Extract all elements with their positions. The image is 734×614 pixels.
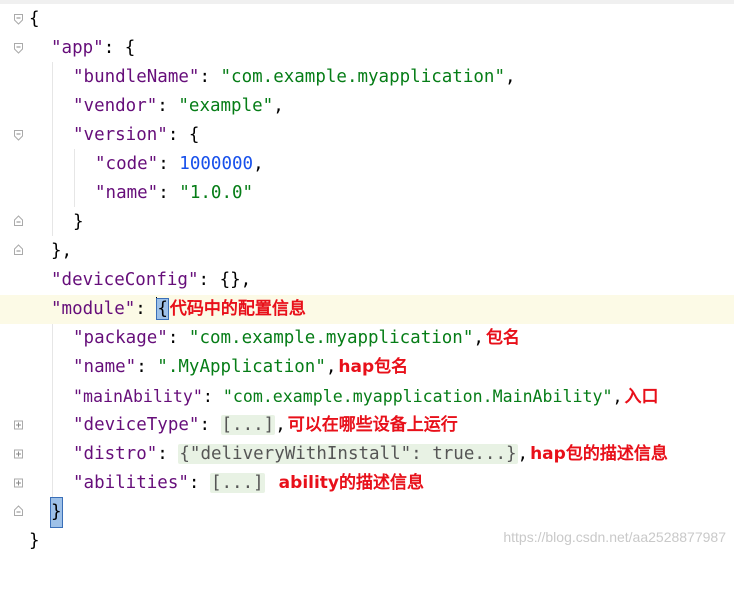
json-key: "bundleName" xyxy=(73,67,200,87)
close-brace: } xyxy=(29,531,40,551)
open-brace: { xyxy=(29,9,40,29)
json-comma: , xyxy=(275,415,286,435)
json-separator: : xyxy=(199,415,221,435)
json-comma: , xyxy=(517,444,529,464)
json-number-value: 1000000 xyxy=(179,154,254,174)
json-key: "distro" xyxy=(73,444,158,464)
annotation-note: hap包名 xyxy=(338,357,409,377)
json-key: "name" xyxy=(95,183,159,203)
json-key: "version" xyxy=(73,125,168,145)
json-punctuation: : { xyxy=(167,125,200,145)
code-line[interactable]: "package": "com.example.myapplication", 包… xyxy=(0,324,734,353)
close-brace: }, xyxy=(51,241,73,261)
json-key: "mainAbility" xyxy=(73,387,203,406)
json-separator: : xyxy=(158,183,180,203)
json-separator: : xyxy=(188,473,210,493)
json-comma: , xyxy=(325,357,337,377)
json-separator: : xyxy=(157,96,179,116)
json-string-value: ".MyApplication" xyxy=(157,357,326,377)
annotation-note: 包名 xyxy=(485,328,520,348)
code-line[interactable]: } xyxy=(0,497,734,528)
json-key: "code" xyxy=(95,154,159,174)
json-key: "deviceType" xyxy=(73,415,200,435)
json-punctuation: : { xyxy=(103,38,136,58)
folded-region[interactable]: {"deliveryWithInstall": true...} xyxy=(178,444,518,464)
json-key: "abilities" xyxy=(73,473,189,493)
json-separator: : xyxy=(158,154,180,174)
json-key: "deviceConfig" xyxy=(51,270,199,290)
folded-region[interactable]: [...] xyxy=(209,473,265,493)
json-comma: , xyxy=(473,328,484,348)
json-key: "app" xyxy=(51,38,104,58)
json-comma: , xyxy=(612,387,623,406)
code-line[interactable]: "deviceType": [...], 可以在哪些设备上运行 xyxy=(0,411,734,440)
json-key: "module" xyxy=(51,299,136,319)
json-separator: : xyxy=(202,387,223,406)
code-line[interactable]: "code": 1000000, xyxy=(0,150,734,179)
annotation-note: ability的描述信息 xyxy=(278,473,425,493)
matched-brace: { xyxy=(156,298,169,320)
json-string-value: "com.example.myapplication.MainAbility" xyxy=(222,387,613,406)
code-line[interactable]: "abilities": [...] ability的描述信息 xyxy=(0,469,734,498)
json-separator: : xyxy=(157,444,179,464)
code-line[interactable]: "bundleName": "com.example.myapplication… xyxy=(0,63,734,92)
annotation-note: 可以在哪些设备上运行 xyxy=(287,415,458,435)
json-key: "name" xyxy=(73,357,137,377)
json-string-value: "example" xyxy=(178,96,274,116)
watermark: https://blog.csdn.net/aa2528877987 xyxy=(503,529,726,545)
json-separator: : xyxy=(199,67,221,87)
json-key: "vendor" xyxy=(73,96,158,116)
code-line[interactable]: } xyxy=(0,208,734,237)
json-comma: , xyxy=(273,96,284,116)
json-separator: : xyxy=(167,328,189,348)
json-separator: : xyxy=(136,357,158,377)
annotation-note: 代码中的配置信息 xyxy=(169,299,306,319)
code-line[interactable]: "distro": {"deliveryWithInstall": true..… xyxy=(0,440,734,469)
json-key: "package" xyxy=(73,328,168,348)
code-line[interactable]: "version": { xyxy=(0,121,734,150)
code-line[interactable]: }, xyxy=(0,237,734,266)
code-line[interactable]: { xyxy=(0,5,734,34)
code-line[interactable]: "name": "1.0.0" xyxy=(0,179,734,208)
folded-region[interactable]: [...] xyxy=(220,415,276,435)
json-separator: : xyxy=(135,299,157,319)
code-line-current[interactable]: "module": {代码中的配置信息 xyxy=(0,295,734,324)
matched-brace: } xyxy=(50,497,63,528)
json-comma: , xyxy=(253,154,264,174)
close-brace: } xyxy=(73,212,84,232)
annotation-note: 入口 xyxy=(624,387,659,407)
json-punctuation: : {}, xyxy=(198,270,252,290)
code-line[interactable]: "app": { xyxy=(0,34,734,63)
json-editor[interactable]: { "app": { "bundleName": "com.example.my… xyxy=(0,0,734,553)
annotation-note: hap包的描述信息 xyxy=(530,444,668,464)
code-line[interactable]: "deviceConfig": {}, xyxy=(0,266,734,295)
json-string-value: "com.example.myapplication" xyxy=(220,67,505,87)
json-comma: , xyxy=(505,67,516,87)
code-line[interactable]: "name": ".MyApplication", hap包名 xyxy=(0,353,734,382)
code-line[interactable]: "mainAbility": "com.example.myapplicatio… xyxy=(0,382,734,411)
json-string-value: "com.example.myapplication" xyxy=(188,328,474,348)
code-line[interactable]: "vendor": "example", xyxy=(0,92,734,121)
json-string-value: "1.0.0" xyxy=(179,183,254,203)
